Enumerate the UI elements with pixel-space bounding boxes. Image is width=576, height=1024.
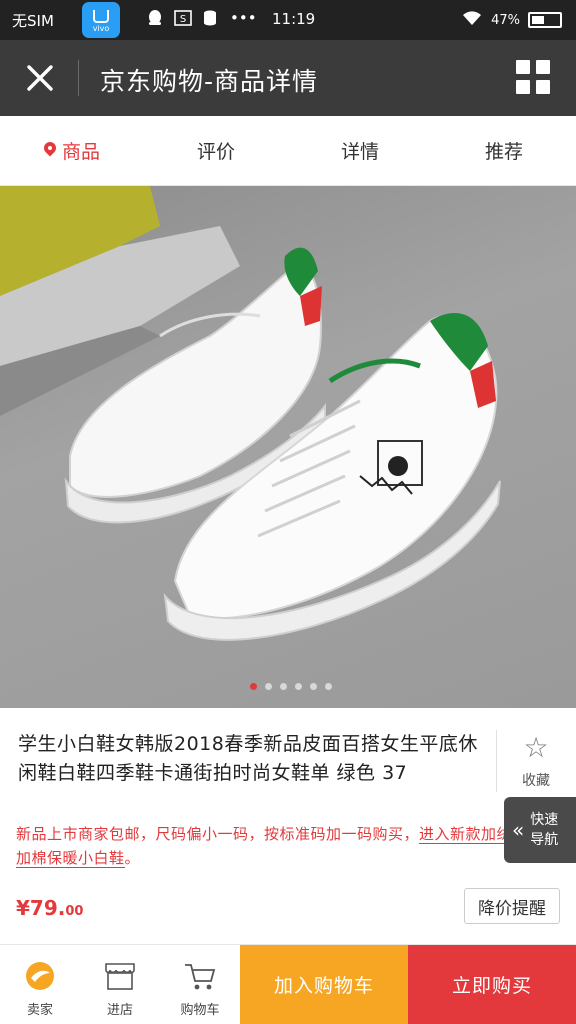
product-title: 学生小白鞋女韩版2018春季新品皮面百搭女生平底休闲鞋白鞋四季鞋卡通街拍时尚女鞋… bbox=[18, 733, 478, 784]
svg-text:S: S bbox=[180, 14, 186, 25]
page-title: 京东购物-商品详情 bbox=[100, 67, 319, 96]
gallery-dot[interactable] bbox=[250, 683, 257, 690]
quick-nav-label-1: 快速 bbox=[530, 812, 559, 828]
location-pin-icon bbox=[44, 142, 56, 159]
double-chevron-left-icon: « bbox=[512, 818, 525, 842]
clock: 11:19 bbox=[272, 10, 316, 28]
gallery-dot[interactable] bbox=[310, 683, 317, 690]
gallery-dot[interactable] bbox=[325, 683, 332, 690]
battery-percent: 47% bbox=[491, 12, 520, 28]
cart-icon bbox=[183, 961, 217, 991]
tab-label: 商品 bbox=[61, 141, 100, 163]
carrier-status: 无SIM bbox=[12, 10, 54, 31]
price-main: ¥79. bbox=[16, 896, 66, 920]
more-icon: ••• bbox=[230, 9, 257, 27]
tab-details[interactable]: 详情 bbox=[288, 116, 432, 185]
cart-button[interactable]: 购物车 bbox=[160, 945, 240, 1024]
gallery-dots bbox=[250, 683, 332, 690]
database-icon bbox=[202, 9, 220, 31]
title-divider bbox=[78, 60, 79, 96]
shop-label: 进店 bbox=[106, 1003, 133, 1018]
tab-label: 评价 bbox=[196, 141, 235, 163]
quick-nav-label: 快速 导航 bbox=[530, 810, 558, 850]
title-bar: 京东购物-商品详情 bbox=[0, 40, 576, 116]
quick-nav-button[interactable]: « 快速 导航 bbox=[504, 797, 576, 863]
battery-icon bbox=[528, 12, 562, 28]
favorite-button[interactable]: ☆ 收藏 bbox=[508, 732, 564, 790]
seller-button[interactable]: 卖家 bbox=[0, 945, 80, 1024]
add-to-cart-button[interactable]: 加入购物车 bbox=[240, 945, 408, 1024]
menu-grid-button[interactable] bbox=[516, 60, 550, 94]
price-cents: 00 bbox=[65, 904, 84, 919]
seller-label: 卖家 bbox=[26, 1003, 53, 1018]
product-image-gallery[interactable] bbox=[0, 186, 576, 708]
bottom-action-bar: 卖家 进店 购物车 加入购物车 立即购买 bbox=[0, 944, 576, 1024]
system-status: 47% bbox=[461, 9, 562, 31]
qq-icon bbox=[146, 9, 164, 31]
tab-label: 推荐 bbox=[484, 141, 523, 163]
tab-bar: 商品 评价 详情 推荐 bbox=[0, 116, 576, 186]
buy-now-button[interactable]: 立即购买 bbox=[408, 945, 576, 1024]
grid-cell bbox=[536, 80, 550, 94]
cart-label: 购物车 bbox=[180, 1003, 220, 1018]
gallery-dot[interactable] bbox=[265, 683, 272, 690]
vivo-label: vivo bbox=[92, 24, 110, 33]
star-icon: ☆ bbox=[523, 731, 549, 764]
grid-cell bbox=[516, 60, 530, 74]
promo-end: 。 bbox=[124, 849, 141, 867]
vivo-app-icon: vivo bbox=[82, 2, 120, 38]
sim-icon: S bbox=[174, 9, 192, 31]
gallery-dot[interactable] bbox=[280, 683, 287, 690]
grid-cell bbox=[516, 80, 530, 94]
product-photo bbox=[0, 186, 501, 641]
close-icon bbox=[27, 65, 53, 91]
promo-text: 新品上市商家包邮，尺码偏小一码，按标准码加一码购买，进入新款加绒加棉保暖小白鞋。 bbox=[16, 822, 516, 870]
price-alert-button[interactable]: 降价提醒 bbox=[464, 888, 560, 924]
tab-recommend[interactable]: 推荐 bbox=[432, 116, 576, 185]
gallery-dot[interactable] bbox=[295, 683, 302, 690]
product-info: 学生小白鞋女韩版2018春季新品皮面百搭女生平底休闲鞋白鞋四季鞋卡通街拍时尚女鞋… bbox=[0, 710, 576, 944]
notification-icons: S ••• bbox=[146, 9, 257, 31]
quick-nav-label-2: 导航 bbox=[530, 832, 559, 848]
seller-icon bbox=[23, 961, 57, 991]
wifi-icon bbox=[461, 9, 483, 31]
status-bar: 无SIM vivo S ••• 11:19 47% bbox=[0, 0, 576, 40]
close-button[interactable] bbox=[20, 56, 60, 100]
divider bbox=[496, 730, 497, 792]
promo-message: 新品上市商家包邮，尺码偏小一码，按标准码加一码购买， bbox=[16, 825, 420, 843]
tab-reviews[interactable]: 评价 bbox=[144, 116, 288, 185]
shop-icon bbox=[103, 961, 137, 991]
favorite-label: 收藏 bbox=[522, 773, 550, 789]
tab-product[interactable]: 商品 bbox=[0, 116, 144, 185]
carrier-label: 无SIM bbox=[12, 12, 54, 30]
shop-button[interactable]: 进店 bbox=[80, 945, 160, 1024]
tab-label: 详情 bbox=[340, 141, 379, 163]
price: ¥79.00 bbox=[16, 896, 83, 920]
grid-cell bbox=[536, 60, 550, 74]
